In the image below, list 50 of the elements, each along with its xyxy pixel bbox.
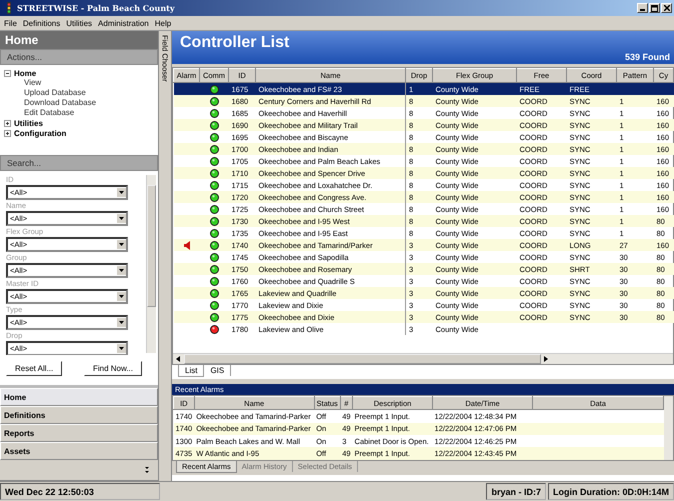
horizontal-scrollbar[interactable] [173,353,673,364]
status-user: bryan - ID:7 [486,483,546,500]
scrollbar[interactable] [146,175,156,353]
menu-item[interactable]: Administration [98,18,149,28]
menu-item[interactable]: Help [154,18,172,28]
close-button[interactable] [661,3,672,13]
dropdown-arrow-icon [119,347,124,350]
nav-button[interactable]: Home [0,388,158,406]
tree-item[interactable]: Download Database [4,98,154,108]
nav-button[interactable]: Reports [0,424,158,442]
result-count: 539 Found [624,52,670,62]
nav-button[interactable]: Definitions [0,406,158,424]
nav-button[interactable]: Assets [0,442,158,460]
dropdown-arrow-icon [119,295,124,298]
status-login-duration: Login Duration: 0D:0H:14M [548,483,674,500]
maximize-icon [651,4,658,12]
tree-item[interactable]: Utilities [14,118,43,128]
expander-icon[interactable] [4,120,11,126]
tree-item[interactable]: Configuration [14,128,66,138]
scroll-right-icon[interactable] [544,356,549,362]
status-clock: Wed Dec 22 12:50:03 [0,483,160,500]
dropdown-arrow-icon [119,191,124,194]
dropdown-arrow-icon [119,269,124,272]
close-icon [664,5,670,11]
tree-item[interactable]: View [4,78,154,88]
page-title: Controller List [180,34,290,52]
app-icon [4,2,14,14]
dropdown-arrow-icon [119,243,124,246]
actions-bar[interactable]: Actions... [0,49,158,65]
menu-item[interactable]: Definitions [22,18,60,28]
chevron-icon[interactable] [145,466,150,474]
dropdown-arrow-icon [119,217,124,220]
minimize-button[interactable] [637,3,648,13]
view-tab[interactable]: List [178,365,204,377]
maximize-button[interactable] [649,3,660,13]
scrollbar[interactable] [664,396,673,460]
tree-item[interactable]: Upload Database [4,88,154,98]
tree-item[interactable]: Edit Database [4,108,154,118]
search-bar[interactable]: Search... [0,155,158,171]
menu-item[interactable]: Utilities [66,18,92,28]
menu-item[interactable]: File [4,18,17,28]
expander-icon[interactable] [4,70,11,76]
tree-item[interactable]: Home [14,68,36,78]
dropdown-arrow-icon [119,321,124,324]
panel-title: Home [0,31,158,49]
expander-icon[interactable] [4,130,11,136]
window-title: STREETWISE - Palm Beach County [17,3,174,13]
form-button[interactable]: Find Now... [84,360,142,376]
scroll-left-icon[interactable] [176,356,181,362]
form-button[interactable]: Reset All... [6,360,62,376]
